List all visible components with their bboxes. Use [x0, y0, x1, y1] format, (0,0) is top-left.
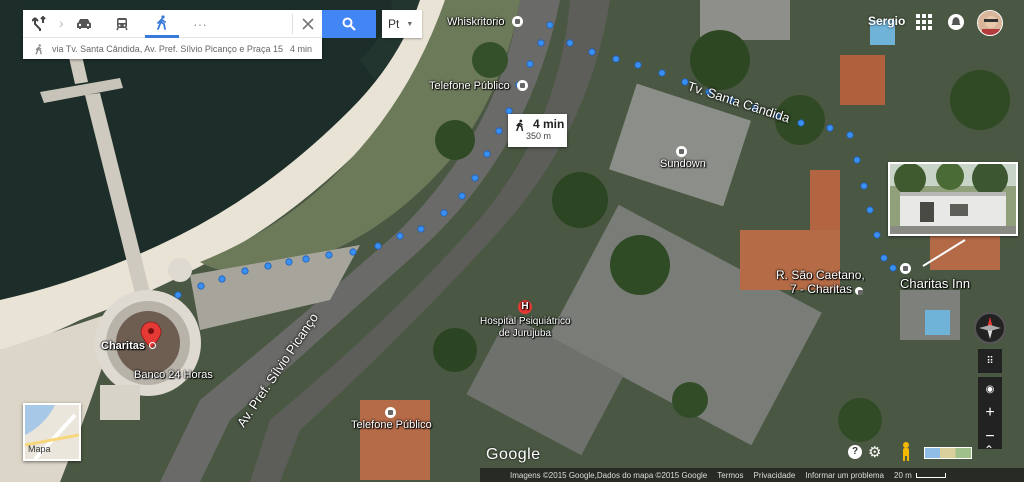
poi-whiskritorio[interactable]: Whiskritorio	[447, 16, 525, 28]
transit-icon	[116, 18, 128, 31]
report-problem-link[interactable]: Informar um problema	[805, 471, 884, 480]
directions-panel: › ··· via Tv. Santa Cândida, Av. Pref. S…	[23, 10, 322, 59]
street-view-image	[890, 164, 1016, 234]
more-modes-button[interactable]: ···	[183, 10, 217, 38]
terms-link[interactable]: Termos	[717, 471, 743, 480]
account-name[interactable]: Sergio	[868, 14, 905, 28]
bottom-tools: ? ⚙ ⌃	[844, 442, 1024, 464]
address-label: R. São Caetano, 7 - Charitas	[776, 268, 865, 296]
car-icon	[77, 19, 91, 29]
poi-label-text: Telefone Público	[351, 419, 432, 431]
poi-hospital[interactable]: H Hospital Psiquiátrico de Jurujuba	[480, 300, 571, 340]
close-icon	[301, 18, 314, 30]
pegman-icon[interactable]	[900, 442, 912, 467]
imagery-credit: Imagens ©2015 Google,Dados do mapa ©2015…	[510, 470, 708, 480]
satellite-imagery	[0, 0, 1024, 482]
directions-icon	[32, 16, 46, 31]
hotel-icon	[900, 263, 911, 274]
map-type-toggle[interactable]: Mapa	[23, 403, 81, 461]
my-location-icon[interactable]: ◉	[978, 377, 1002, 401]
privacy-link[interactable]: Privacidade	[754, 471, 796, 480]
poi-banco[interactable]: Banco 24 Horas	[134, 369, 213, 381]
route-time: 4 min	[289, 44, 312, 54]
directions-button[interactable]	[23, 10, 57, 38]
tilt-icon[interactable]: ⠿	[978, 349, 1002, 373]
bar-icon	[511, 16, 523, 27]
travel-mode-bar: › ···	[23, 10, 322, 38]
language-select[interactable]: Pt ▼	[382, 10, 422, 38]
poi-charitas-inn[interactable]: Charitas Inn	[900, 261, 970, 291]
mode-driving[interactable]	[67, 10, 101, 38]
zoom-in-icon[interactable]: +	[978, 401, 1002, 425]
poi-telefone-top[interactable]: Telefone Público	[429, 80, 530, 92]
poi-telefone-bottom[interactable]: Telefone Público	[351, 407, 432, 431]
attribution-bar: Imagens ©2015 Google,Dados do mapa ©2015…	[480, 468, 1024, 482]
help-icon[interactable]: ?	[848, 445, 862, 459]
poi-label-text: Sundown	[660, 158, 706, 170]
phone-icon	[384, 407, 396, 418]
hotel-icon	[676, 146, 688, 157]
poi-label-text: Whiskritorio	[447, 16, 505, 28]
map-type-label: Mapa	[28, 444, 51, 454]
expand-icon[interactable]: ⌃	[984, 443, 994, 457]
hospital-name-line2: de Jurujuba	[498, 328, 552, 339]
language-value: Pt	[388, 17, 400, 31]
place-dot-icon	[855, 287, 864, 295]
more-icon: ···	[193, 16, 207, 32]
poi-charitas[interactable]: Charitas	[101, 340, 157, 352]
scale-bar	[915, 472, 946, 478]
poi-label-text: Telefone Público	[429, 80, 510, 92]
poi-label-text: Charitas	[101, 340, 146, 352]
walk-icon	[157, 15, 166, 30]
callout-distance: 350 m	[526, 131, 552, 141]
phone-icon	[516, 80, 528, 91]
mode-transit[interactable]	[105, 10, 139, 38]
google-logo: Google	[486, 446, 541, 463]
hospital-name-line1: Hospital Psiquiátrico	[480, 316, 571, 327]
avatar[interactable]	[977, 10, 1003, 36]
settings-icon[interactable]: ⚙	[868, 443, 881, 461]
poi-label-text: Charitas Inn	[900, 276, 971, 291]
mode-walking[interactable]	[145, 10, 179, 38]
apps-icon[interactable]	[914, 12, 932, 30]
scale-label: 20 m	[894, 470, 912, 480]
satellite-map[interactable]: Whiskritorio Telefone Público Sundown Tv…	[0, 0, 1024, 482]
address-line2: 7 - Charitas	[776, 282, 865, 296]
callout-time: 4 min	[533, 117, 565, 131]
tilt-control[interactable]: ⠿	[978, 349, 1002, 373]
walk-time-callout[interactable]: 4 min 350 m	[508, 114, 567, 147]
street-view-thumbnail[interactable]	[888, 162, 1018, 236]
walk-icon	[35, 43, 42, 55]
close-directions-button[interactable]	[293, 10, 322, 38]
hospital-icon: H	[518, 300, 532, 314]
imagery-strip[interactable]	[924, 447, 972, 459]
route-via-text: via Tv. Santa Cândida, Av. Pref. Sílvio …	[52, 44, 283, 54]
notifications-icon[interactable]	[946, 12, 966, 32]
route-summary[interactable]: via Tv. Santa Cândida, Av. Pref. Sílvio …	[23, 39, 322, 59]
compass-icon[interactable]	[974, 312, 1006, 344]
address-line1: R. São Caetano,	[776, 268, 865, 282]
caret-down-icon: ▼	[406, 20, 414, 28]
walk-icon	[515, 119, 524, 132]
chevron-right-icon: ›	[59, 15, 64, 31]
poi-sundown[interactable]: Sundown	[660, 146, 706, 170]
place-dot-icon	[149, 342, 157, 349]
search-icon	[342, 17, 356, 31]
zoom-control: ◉ + −	[978, 377, 1002, 449]
search-button[interactable]	[322, 10, 376, 38]
